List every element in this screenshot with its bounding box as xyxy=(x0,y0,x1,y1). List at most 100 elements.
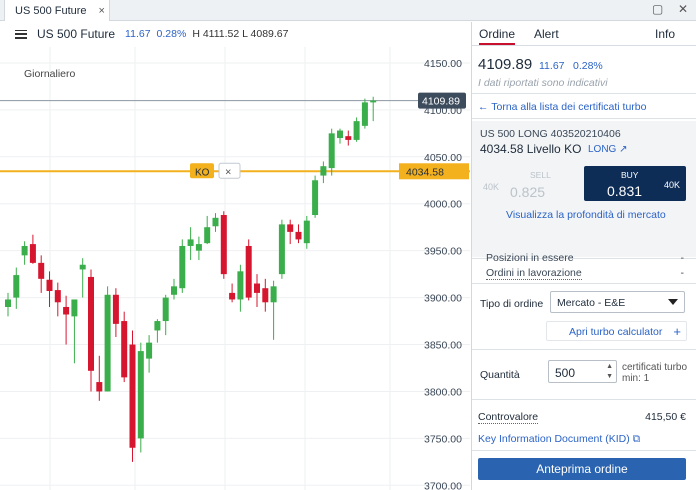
price-chart[interactable]: 4150.004100.004050.004000.003950.003900.… xyxy=(0,47,470,490)
candle-body xyxy=(29,244,36,263)
candle-body xyxy=(71,299,78,317)
price-change: 11.67 xyxy=(539,60,565,72)
candle-body xyxy=(287,224,294,232)
turbo-calculator-label: Apri turbo calculator xyxy=(569,326,663,338)
positions-label: Posizioni in essere xyxy=(486,252,574,264)
instrument-name: US 500 Future xyxy=(37,27,116,41)
candle-body xyxy=(96,382,103,392)
kid-link-label: Key Information Document (KID) xyxy=(478,433,630,445)
candle-body xyxy=(21,245,28,256)
candle-body xyxy=(345,136,352,140)
turbo-calculator-button[interactable]: Apri turbo calculator + xyxy=(546,321,687,341)
divider xyxy=(472,93,696,94)
stepper-down-icon[interactable]: ▼ xyxy=(606,373,613,380)
stepper-up-icon[interactable]: ▲ xyxy=(606,363,613,370)
sell-label: SELL xyxy=(530,170,551,180)
back-to-list-link[interactable]: ← Torna alla lista dei certificati turbo xyxy=(478,101,646,113)
current-price: 4109.89 xyxy=(478,56,533,73)
y-tick-label: 3800.00 xyxy=(424,386,462,398)
candle-body xyxy=(146,342,153,359)
arrow-left-icon: ← xyxy=(478,101,489,113)
caret-down-icon xyxy=(668,299,678,305)
certificate-ko-level: 4034.58 Livello KO xyxy=(480,142,582,156)
order-type-label: Tipo di ordine xyxy=(480,298,544,310)
candle-body xyxy=(46,279,53,292)
candle-body xyxy=(220,215,227,275)
candle-body xyxy=(295,231,302,240)
candle-body xyxy=(312,180,319,216)
buy-button[interactable]: BUY 40K 0.831 xyxy=(584,166,686,201)
indicative-note: I dati riportati sono indicativi xyxy=(478,77,608,89)
y-tick-label: 3700.00 xyxy=(424,480,462,490)
tab-info[interactable]: Info xyxy=(655,27,675,41)
candle-body xyxy=(5,299,11,307)
order-type-select[interactable]: Mercato - E&E xyxy=(550,291,685,313)
candle-body xyxy=(278,224,285,275)
divider xyxy=(472,399,696,400)
candle-body xyxy=(370,100,377,103)
candle-body xyxy=(254,283,260,293)
candle-body xyxy=(204,227,211,244)
market-depth-link[interactable]: Visualizza la profondità di mercato xyxy=(506,209,666,221)
y-tick-label: 3850.00 xyxy=(424,340,462,352)
candle-body xyxy=(353,121,360,140)
candle-body xyxy=(79,264,86,270)
tab-order[interactable]: Ordine xyxy=(479,27,516,45)
close-tab-icon[interactable]: × xyxy=(99,5,105,17)
divider xyxy=(472,450,696,451)
candle-body xyxy=(179,245,186,289)
candle-body xyxy=(171,286,177,295)
external-link-icon: ⧉ xyxy=(632,433,641,445)
instrument-high-low: H 4111.52 L 4089.67 xyxy=(192,28,289,40)
sell-price: 0.825 xyxy=(510,184,546,200)
y-tick-label: 4050.00 xyxy=(424,152,462,164)
sell-button[interactable]: SELL 40K 0.825 xyxy=(480,166,580,202)
candle-body xyxy=(112,294,119,324)
tab-alert[interactable]: Alert xyxy=(534,27,559,41)
window-tab-title: US 500 Future xyxy=(15,4,87,17)
close-window-icon[interactable]: ✕ xyxy=(678,2,688,16)
order-type-value: Mercato - E&E xyxy=(557,297,626,309)
candle-body xyxy=(320,166,327,176)
quantity-stepper[interactable]: 500 ▲ ▼ xyxy=(548,360,617,383)
restore-window-icon[interactable]: ▢ xyxy=(652,2,663,16)
countervalue-label: Controvalore xyxy=(478,411,539,424)
buy-size: 40K xyxy=(663,180,680,190)
quantity-unit: certificati turbo xyxy=(622,362,688,373)
order-panel: Ordine Alert Info 4109.89 11.67 0.28% I … xyxy=(471,22,696,490)
candle-body xyxy=(187,239,194,246)
divider xyxy=(472,118,696,119)
window-tab-bar: US 500 Future × ▢ ✕ xyxy=(0,0,696,21)
quantity-label: Quantità xyxy=(480,369,520,381)
candle-body xyxy=(361,102,368,126)
sell-size: 40K xyxy=(483,182,500,192)
chart-header: US 500 Future 11.67 0.28% H 4111.52 L 40… xyxy=(0,22,470,46)
back-to-list-label: Torna alla lista dei certificati turbo xyxy=(491,101,647,113)
pending-orders-link[interactable]: Ordini in lavorazione xyxy=(486,267,582,280)
y-tick-label: 4000.00 xyxy=(424,199,462,211)
candle-body xyxy=(328,133,335,169)
kid-link[interactable]: Key Information Document (KID) ⧉ xyxy=(478,433,640,446)
candle-body xyxy=(121,321,128,378)
menu-icon[interactable] xyxy=(15,29,27,39)
ko-price-label: 4034.58 xyxy=(406,166,444,178)
candle-body xyxy=(303,220,310,244)
quantity-value: 500 xyxy=(555,366,576,380)
certificate-code: US 500 LONG 403520210406 xyxy=(480,128,621,140)
candle-body xyxy=(262,288,269,303)
candle-body xyxy=(63,306,70,315)
candle-body xyxy=(137,351,144,439)
window-tab[interactable]: US 500 Future × xyxy=(4,0,110,21)
countervalue-value: 415,50 € xyxy=(645,411,686,423)
candle-body xyxy=(195,244,202,251)
candle-body xyxy=(270,286,277,303)
candle-body xyxy=(38,262,45,279)
certificate-direction-link[interactable]: LONG ↗ xyxy=(588,144,628,155)
candle-body xyxy=(237,271,244,300)
preview-order-button[interactable]: Anteprima ordine xyxy=(478,458,686,480)
panel-tabs: Ordine Alert Info xyxy=(472,22,696,46)
candle-body xyxy=(229,292,236,300)
close-icon[interactable]: × xyxy=(225,166,231,178)
candle-body xyxy=(337,130,343,139)
buy-label: BUY xyxy=(621,170,639,180)
